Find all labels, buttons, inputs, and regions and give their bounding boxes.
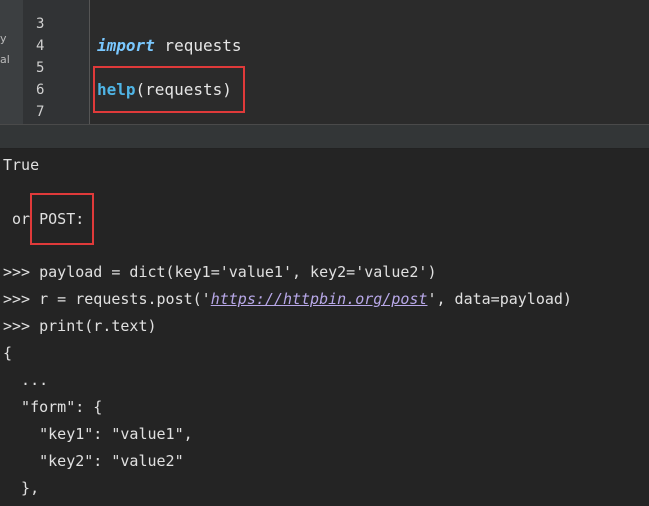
command-text: print(r.text) bbox=[30, 317, 157, 335]
output-line: ... bbox=[3, 371, 49, 389]
line-number: 3 bbox=[36, 16, 45, 32]
import-keyword: import bbox=[97, 36, 155, 55]
line-number: 7 bbox=[36, 104, 45, 120]
output-line: "key2": "value2" bbox=[3, 452, 184, 470]
highlight-box-help bbox=[93, 66, 245, 113]
project-sidebar-edge[interactable]: y al bbox=[0, 0, 24, 124]
line-number: 6 bbox=[36, 82, 45, 98]
output-line: }, bbox=[3, 479, 40, 497]
code-line-import[interactable]: import requests bbox=[97, 36, 242, 56]
command-text: payload = dict(key1='value1', key2='valu… bbox=[30, 263, 437, 281]
httpbin-url-link[interactable]: https://httpbin.org/post bbox=[211, 290, 428, 308]
console-command-payload: >>> payload = dict(key1='value1', key2='… bbox=[3, 263, 436, 281]
output-line: "form": { bbox=[3, 398, 103, 416]
import-module: requests bbox=[154, 36, 242, 55]
sidebar-text-fragment: al bbox=[0, 53, 10, 66]
console-command-post: >>> r = requests.post('https://httpbin.o… bbox=[3, 290, 572, 308]
highlight-box-post bbox=[30, 193, 94, 245]
console-prompt: >>> bbox=[3, 317, 31, 335]
panel-splitter[interactable] bbox=[0, 124, 649, 149]
output-line: { bbox=[3, 344, 13, 362]
sidebar-text-fragment: y bbox=[0, 32, 7, 45]
console-true-output: True bbox=[3, 156, 40, 174]
line-number: 4 bbox=[36, 38, 45, 54]
console-command-print: >>> print(r.text) bbox=[3, 317, 157, 335]
line-number-gutter: 3 4 5 6 7 bbox=[23, 0, 90, 124]
command-text: r = requests.post(' bbox=[30, 290, 211, 308]
code-editor[interactable]: y al 3 4 5 6 7 import requests help(requ… bbox=[0, 0, 649, 124]
line-number: 5 bbox=[36, 60, 45, 76]
console-output[interactable]: True or POST: >>> payload = dict(key1='v… bbox=[0, 149, 649, 506]
console-prompt: >>> bbox=[3, 290, 31, 308]
output-line: "key1": "value1", bbox=[3, 425, 193, 443]
command-text: ', data=payload) bbox=[427, 290, 572, 308]
console-prompt: >>> bbox=[3, 263, 31, 281]
